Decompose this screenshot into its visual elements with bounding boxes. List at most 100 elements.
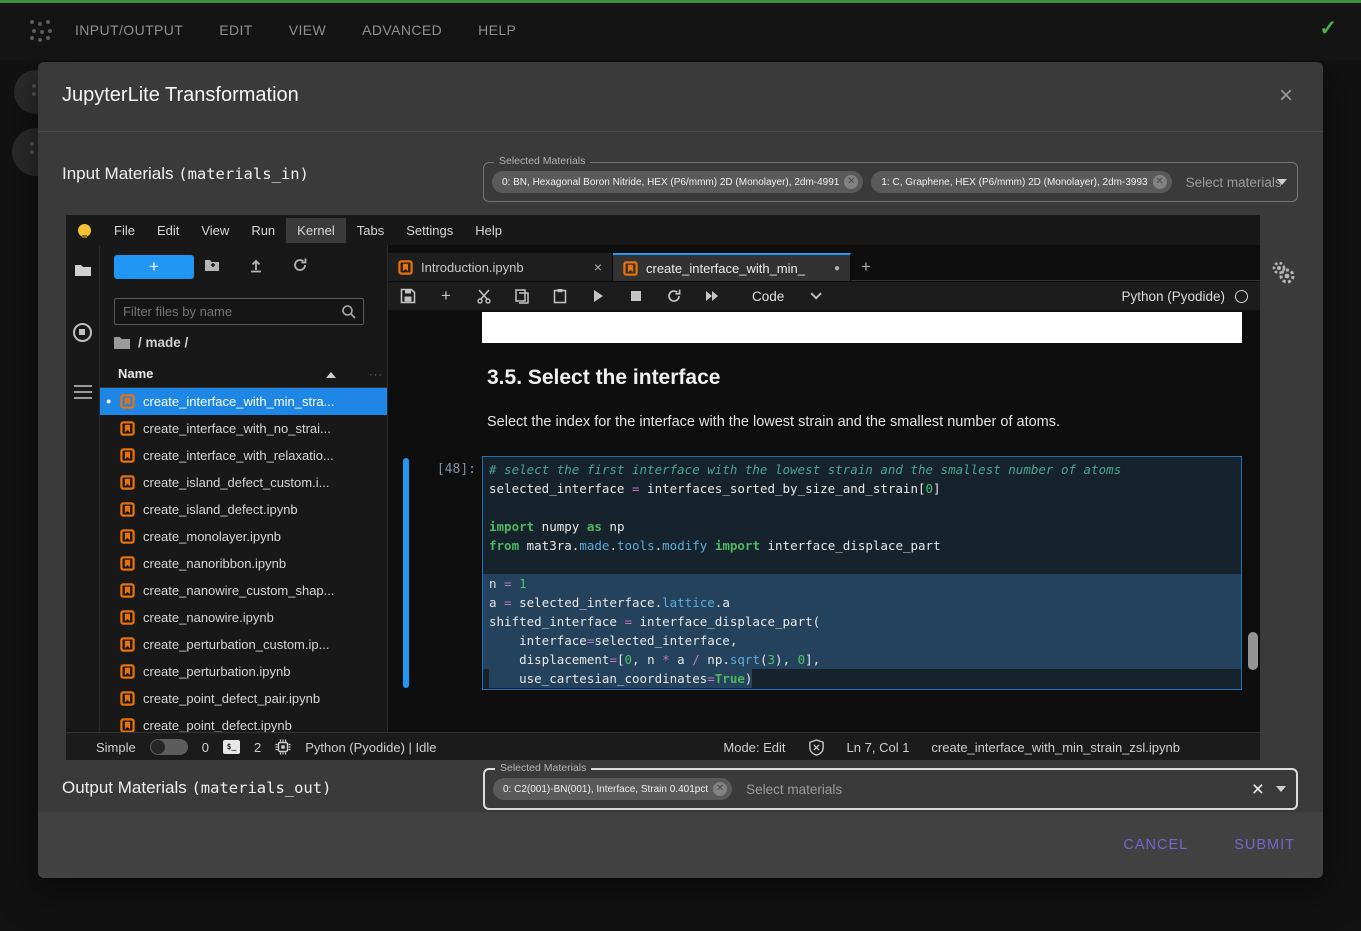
jupyter-menu-view[interactable]: View [190,218,240,243]
notebook-panel: Introduction.ipynb×create_interface_with… [388,245,1260,732]
cancel-button[interactable]: CANCEL [1123,837,1188,853]
new-tab-button[interactable]: + [851,253,881,281]
kernel-selector[interactable]: Python (Pyodide) [1121,282,1248,310]
notebook-tab[interactable]: create_interface_with_min_● [613,253,851,281]
restart-kernel-icon[interactable] [666,288,682,304]
file-row[interactable]: create_island_defect_custom.i... [100,469,387,496]
save-icon[interactable] [400,288,416,304]
notebook-file-icon [120,610,135,625]
select-materials-placeholder[interactable]: Select materials [1186,175,1282,190]
dialog-close-icon[interactable]: × [1279,84,1293,108]
chevron-down-icon[interactable] [1277,179,1287,185]
stop-kernel-icon[interactable] [628,288,644,304]
file-list: ●create_interface_with_min_stra...create… [100,388,387,732]
submit-button[interactable]: SUBMIT [1234,837,1295,853]
file-row[interactable]: create_perturbation.ipynb [100,658,387,685]
search-icon [341,304,357,320]
notebook-tab[interactable]: Introduction.ipynb× [388,253,613,281]
trust-shield-icon[interactable] [808,739,825,756]
terminal-icon[interactable]: $_ [223,740,240,754]
refresh-icon[interactable] [292,257,308,273]
markdown-paragraph: Select the index for the interface with … [487,414,1060,430]
file-row[interactable]: create_nanowire.ipynb [100,604,387,631]
file-row[interactable]: create_nanoribbon.ipynb [100,550,387,577]
top-menu-item[interactable]: ADVANCED [362,22,442,38]
notebook-file-icon [398,260,413,275]
top-menu-item[interactable]: VIEW [289,22,326,38]
fab-dots-icon [32,84,36,88]
saved-check-icon[interactable]: ✓ [1319,16,1337,41]
simple-mode-toggle[interactable] [150,739,188,755]
chip-remove-icon[interactable]: ✕ [844,175,858,189]
notebook-toolbar: + Code Python (Pyodide) [388,282,1260,310]
markdown-heading: 3.5. Select the interface [487,366,720,390]
file-row[interactable]: create_nanowire_custom_shap... [100,577,387,604]
jupyter-menu-edit[interactable]: Edit [146,218,190,243]
chip-remove-icon[interactable]: ✕ [713,782,727,796]
input-materials-label: Input Materials (materials_in) [62,164,309,184]
widget-settings-gears-icon[interactable] [1270,260,1296,286]
table-of-contents-icon[interactable] [74,385,92,399]
notebook-file-icon [120,475,135,490]
select-materials-placeholder[interactable]: Select materials [746,782,842,797]
lightbulb-icon[interactable] [78,224,91,237]
new-folder-icon[interactable] [204,257,220,273]
cut-cells-icon[interactable] [476,288,492,304]
jupyter-menu-kernel[interactable]: Kernel [286,218,346,243]
more-options-icon[interactable]: ··· [369,369,383,381]
top-menu-item[interactable]: EDIT [219,22,253,38]
file-browser-icon[interactable] [74,261,92,279]
tab-close-icon[interactable]: × [594,259,602,275]
chip-remove-icon[interactable]: ✕ [1153,175,1167,189]
file-filter-box [114,298,364,325]
material-chip[interactable]: 1: C, Graphene, HEX (P6/mmm) 2D (Monolay… [871,171,1171,193]
new-launcher-button[interactable]: + [114,255,194,279]
jupyter-menu-run[interactable]: Run [240,218,286,243]
clear-selection-icon[interactable]: × [1252,779,1264,800]
run-cell-icon[interactable] [590,288,606,304]
output-material-chips: 0: C2(001)-BN(001), Interface, Strain 0.… [493,778,1252,800]
paste-cells-icon[interactable] [552,288,568,304]
code-cell-editor[interactable]: # select the first interface with the lo… [482,456,1242,690]
file-list-header[interactable]: Name ··· [100,363,387,388]
file-row[interactable]: create_island_defect.ipynb [100,496,387,523]
file-row[interactable]: create_perturbation_custom.ip... [100,631,387,658]
output-materials-select[interactable]: Selected Materials 0: C2(001)-BN(001), I… [483,768,1298,810]
editor-mode[interactable]: Mode: Edit [723,740,785,755]
app-logo-dots-icon[interactable] [30,20,34,24]
kernel-status-text[interactable]: Python (Pyodide) | Idle [305,740,436,755]
file-row[interactable]: create_interface_with_relaxatio... [100,442,387,469]
copy-cells-icon[interactable] [514,288,530,304]
code-line: displacement=[0, n * a / np.sqrt(3), 0], [483,650,1241,669]
cursor-position[interactable]: Ln 7, Col 1 [847,740,910,755]
top-menu-item[interactable]: INPUT/OUTPUT [75,22,183,38]
material-chip[interactable]: 0: C2(001)-BN(001), Interface, Strain 0.… [493,778,732,800]
jupyter-menu-help[interactable]: Help [464,218,513,243]
top-menu-item[interactable]: HELP [478,22,516,38]
notebook-content[interactable]: 3.5. Select the interface Select the ind… [388,310,1260,732]
material-chip[interactable]: 0: BN, Hexagonal Boron Nitride, HEX (P6/… [492,171,863,193]
jupyter-menu-file[interactable]: File [103,218,146,243]
input-materials-select[interactable]: Selected Materials 0: BN, Hexagonal Boro… [483,162,1298,202]
file-filter-input[interactable] [115,299,325,324]
notebook-scrollbar-thumb[interactable] [1248,632,1258,670]
file-row[interactable]: ●create_interface_with_min_stra... [100,388,387,415]
chevron-down-icon[interactable] [1276,786,1286,792]
insert-cell-icon[interactable]: + [438,288,454,304]
file-row[interactable]: create_point_defect.ipynb [100,712,387,732]
breadcrumb[interactable]: / made / [114,335,188,350]
dialog-header: JupyterLite Transformation × [38,62,1323,132]
jupyter-menu-settings[interactable]: Settings [395,218,464,243]
file-row[interactable]: create_monolayer.ipynb [100,523,387,550]
jupyter-menu-tabs[interactable]: Tabs [346,218,395,243]
name-column-header[interactable]: Name [118,366,153,381]
file-row[interactable]: create_interface_with_no_strai... [100,415,387,442]
notebook-tabbar: Introduction.ipynb×create_interface_with… [388,253,1260,281]
restart-run-all-icon[interactable] [704,288,720,304]
upload-icon[interactable] [248,257,264,273]
kernel-sessions-icon[interactable] [275,739,291,755]
running-kernels-icon[interactable] [73,323,92,342]
output-materials-label: Output Materials (materials_out) [62,778,331,798]
cell-type-dropdown[interactable]: Code [752,289,818,304]
file-row[interactable]: create_point_defect_pair.ipynb [100,685,387,712]
